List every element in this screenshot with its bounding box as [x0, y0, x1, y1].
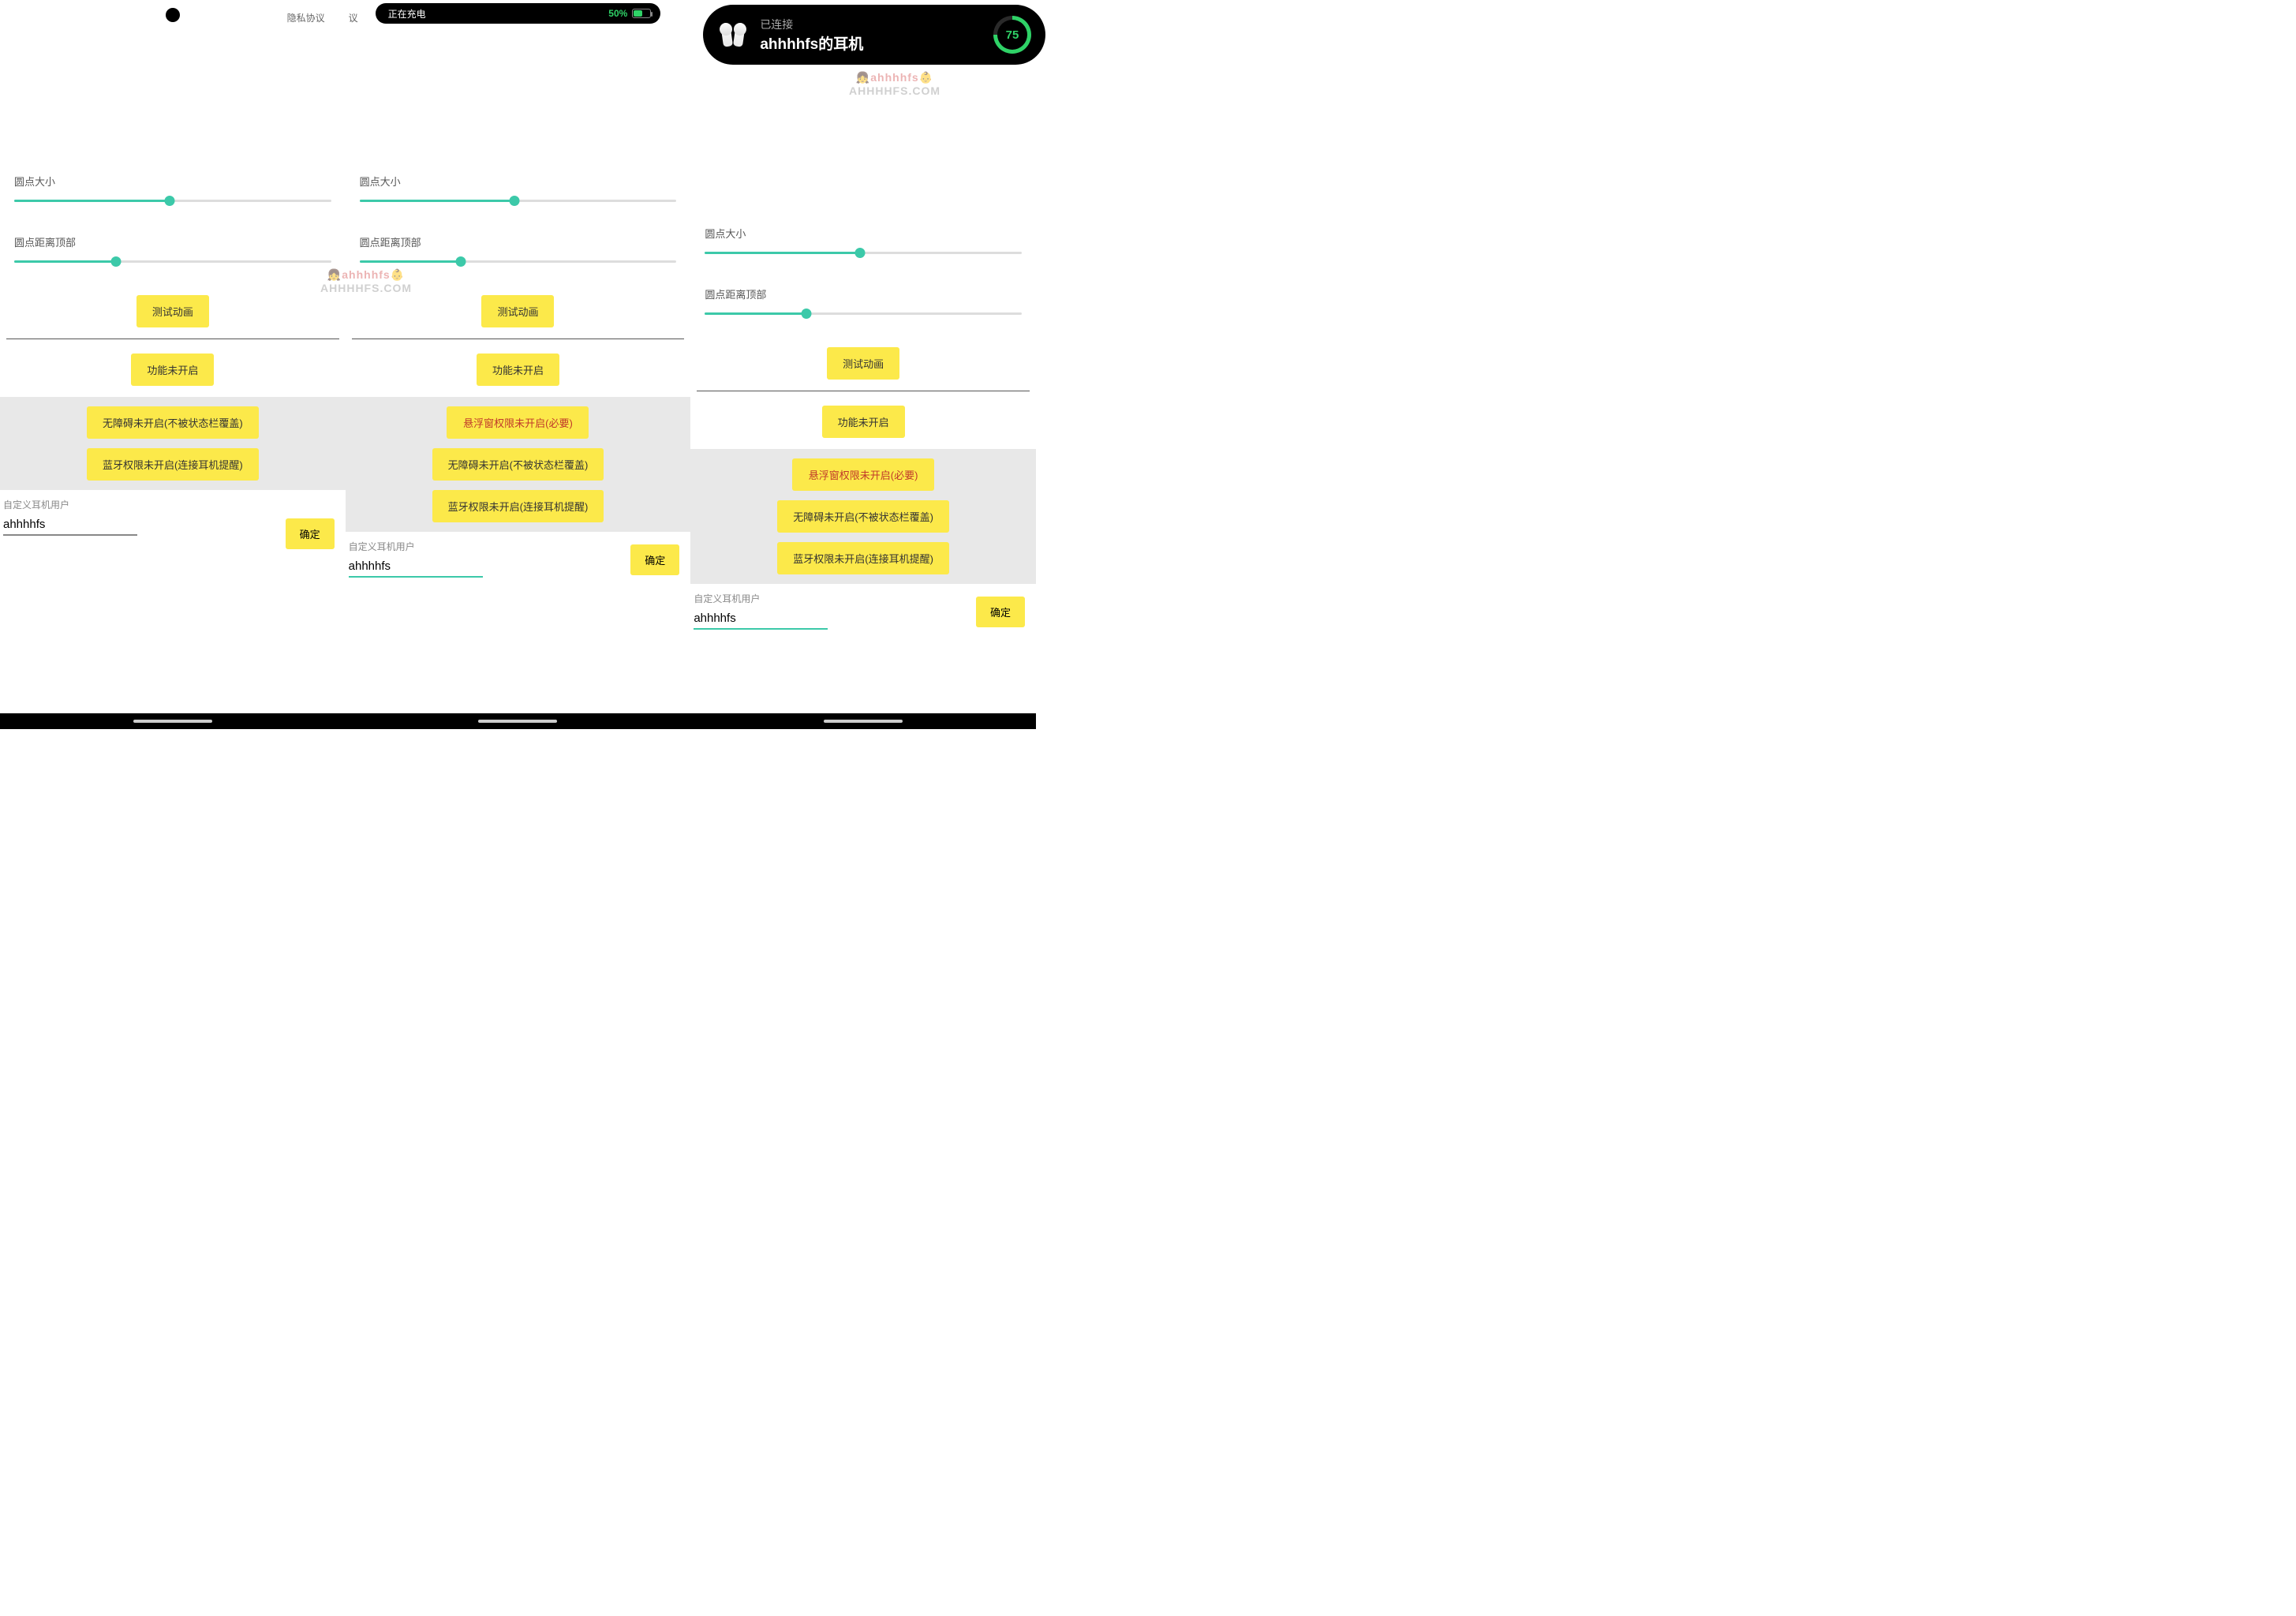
connected-capsule: 已连接 ahhhhfs的耳机 75	[703, 5, 1045, 65]
accessibility-perm-button[interactable]: 无障碍未开启(不被状态栏覆盖)	[432, 448, 604, 481]
dynamic-dot-icon	[166, 8, 180, 22]
input-label: 自定义耳机用户	[3, 498, 342, 511]
dot-size-label: 圆点大小	[14, 174, 331, 189]
nav-bar[interactable]	[346, 713, 691, 729]
permissions-band: 无障碍未开启(不被状态栏覆盖) 蓝牙权限未开启(连接耳机提醒)	[0, 397, 346, 490]
charging-text: 正在充电	[388, 7, 426, 21]
dot-top-slider[interactable]	[14, 256, 331, 267]
home-handle-icon	[824, 720, 903, 723]
screen-2: 正在充电 50% 议 圆点大小 圆点距离顶部 测试动画 功能未开启 悬浮窗权限未…	[346, 0, 691, 729]
dot-size-slider[interactable]	[360, 195, 677, 206]
battery-percent: 50%	[608, 8, 627, 19]
dot-size-slider[interactable]	[705, 247, 1022, 258]
dot-top-label: 圆点距离顶部	[14, 234, 331, 249]
accessibility-perm-button[interactable]: 无障碍未开启(不被状态栏覆盖)	[87, 406, 259, 439]
nav-bar[interactable]	[0, 713, 346, 729]
settings-content: 圆点大小 圆点距离顶部 测试动画 功能未开启 悬浮窗权限未开启(必要) 无障碍未…	[690, 76, 1036, 630]
overlay-perm-button[interactable]: 悬浮窗权限未开启(必要)	[447, 406, 589, 439]
battery-ring-value: 75	[1006, 28, 1019, 42]
device-name: ahhhhfs的耳机	[760, 32, 863, 54]
feature-off-button[interactable]: 功能未开启	[131, 354, 214, 386]
permissions-band: 悬浮窗权限未开启(必要) 无障碍未开启(不被状态栏覆盖) 蓝牙权限未开启(连接耳…	[690, 449, 1036, 584]
headphone-user-input[interactable]	[694, 608, 828, 630]
header: 已连接 ahhhhfs的耳机 75	[690, 0, 1036, 76]
charging-pill: 正在充电 50%	[376, 3, 661, 24]
battery-ring-icon: 75	[993, 16, 1031, 54]
battery-icon	[632, 9, 651, 18]
dot-top-label: 圆点距离顶部	[705, 286, 1022, 301]
screen-1: 隐私协议 圆点大小 圆点距离顶部 测试动画 功能未开启 无障碍未开启(不被状态栏…	[0, 0, 346, 729]
dot-size-label: 圆点大小	[360, 174, 677, 189]
screen-3: 已连接 ahhhhfs的耳机 75 圆点大小 圆点距离顶部 测试动画 功能未开启…	[690, 0, 1036, 729]
header: 隐私协议	[0, 0, 346, 24]
dot-top-label: 圆点距离顶部	[360, 234, 677, 249]
feature-off-button[interactable]: 功能未开启	[822, 406, 905, 438]
feature-off-button[interactable]: 功能未开启	[477, 354, 559, 386]
dot-top-slider[interactable]	[705, 308, 1022, 319]
bluetooth-perm-button[interactable]: 蓝牙权限未开启(连接耳机提醒)	[87, 448, 259, 481]
home-handle-icon	[133, 720, 212, 723]
test-animation-button[interactable]: 测试动画	[136, 295, 209, 327]
headphone-user-input[interactable]	[3, 514, 137, 536]
test-animation-button[interactable]: 测试动画	[827, 347, 899, 380]
dot-top-slider[interactable]	[360, 256, 677, 267]
dot-size-slider[interactable]	[14, 195, 331, 206]
settings-content: 圆点大小 圆点距离顶部 测试动画 功能未开启 无障碍未开启(不被状态栏覆盖) 蓝…	[0, 24, 346, 536]
accessibility-perm-button[interactable]: 无障碍未开启(不被状态栏覆盖)	[777, 500, 949, 533]
confirm-button[interactable]: 确定	[630, 544, 679, 575]
privacy-link[interactable]: 隐私协议	[287, 11, 325, 24]
header: 正在充电 50% 议	[346, 0, 691, 24]
headphone-user-input[interactable]	[349, 556, 483, 578]
bluetooth-perm-button[interactable]: 蓝牙权限未开启(连接耳机提醒)	[432, 490, 604, 522]
confirm-button[interactable]: 确定	[286, 518, 335, 549]
bluetooth-perm-button[interactable]: 蓝牙权限未开启(连接耳机提醒)	[777, 542, 949, 574]
connected-status: 已连接	[760, 17, 863, 32]
airpods-icon	[717, 18, 750, 51]
permissions-band: 悬浮窗权限未开启(必要) 无障碍未开启(不被状态栏覆盖) 蓝牙权限未开启(连接耳…	[346, 397, 691, 532]
settings-content: 圆点大小 圆点距离顶部 测试动画 功能未开启 悬浮窗权限未开启(必要) 无障碍未…	[346, 24, 691, 578]
nav-bar[interactable]	[690, 713, 1036, 729]
confirm-button[interactable]: 确定	[976, 597, 1025, 627]
test-animation-button[interactable]: 测试动画	[481, 295, 554, 327]
overlay-perm-button[interactable]: 悬浮窗权限未开启(必要)	[792, 458, 934, 491]
dot-size-label: 圆点大小	[705, 226, 1022, 241]
privacy-link-peek: 议	[339, 11, 358, 24]
home-handle-icon	[478, 720, 557, 723]
